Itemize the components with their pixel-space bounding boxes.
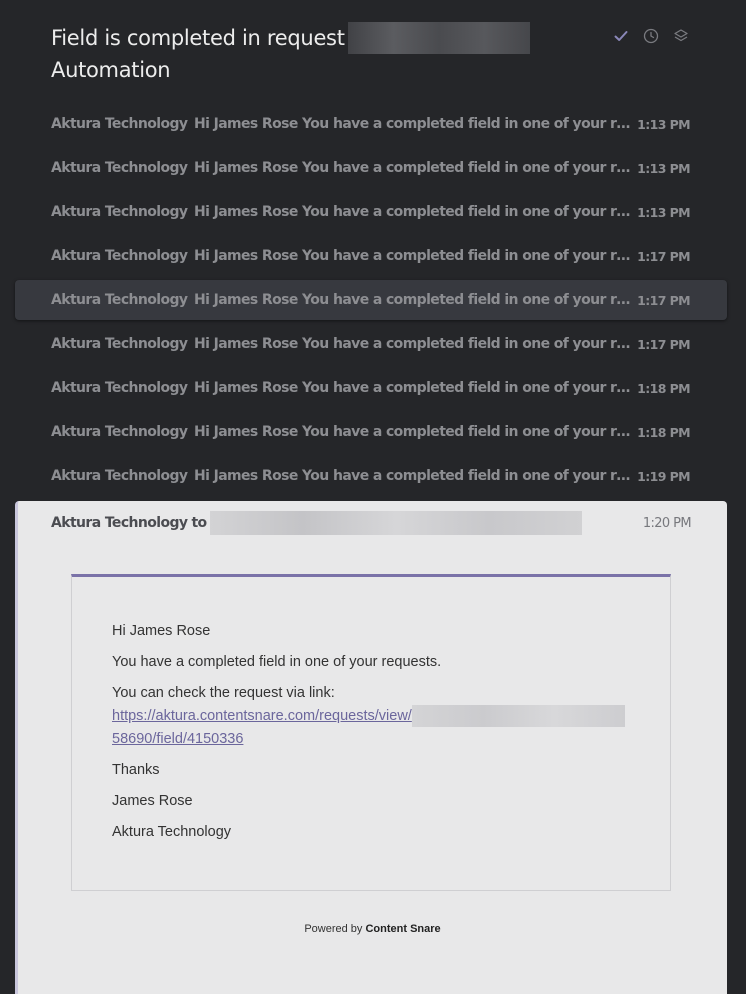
thread-header: Field is completed in request Automation <box>0 0 746 100</box>
email-thanks: Thanks <box>112 762 160 778</box>
message-time: 1:18 PM <box>637 424 690 440</box>
redacted-subject-block <box>347 22 530 54</box>
message-time: 1:13 PM <box>637 204 690 220</box>
message-time: 1:19 PM <box>637 468 690 484</box>
message-row[interactable]: Aktura Technology Hi James Rose You have … <box>15 148 727 188</box>
message-preview: Hi James Rose You have a completed field… <box>194 292 634 308</box>
message-time: 1:17 PM <box>637 248 690 264</box>
message-sender: Aktura Technology <box>51 515 188 531</box>
redacted-link-block <box>411 705 625 728</box>
message-time: 1:17 PM <box>637 336 690 352</box>
message-row[interactable]: Aktura Technology Hi James Rose You have … <box>15 236 727 276</box>
email-link-block: You can check the request via link: http… <box>112 682 652 751</box>
message-preview: Hi James Rose You have a completed field… <box>194 380 634 396</box>
message-preview: Hi James Rose You have a completed field… <box>194 336 634 352</box>
message-preview: Hi James Rose You have a completed field… <box>194 248 634 264</box>
subject-text: Field is completed in request <box>51 26 345 50</box>
message-time: 1:17 PM <box>637 292 690 308</box>
open-message: Aktura Technology to 1:20 PM Hi James Ro… <box>15 501 727 994</box>
message-time: 1:18 PM <box>637 380 690 396</box>
email-card: Hi James Rose You have a completed field… <box>71 574 671 891</box>
message-row[interactable]: Aktura Technology Hi James Rose You have … <box>15 280 727 320</box>
email-signature-company: Aktura Technology <box>112 824 232 840</box>
powered-by-footer: Powered by Content Snare <box>18 923 727 935</box>
powered-by-label: Powered by <box>304 923 363 935</box>
message-row[interactable]: Aktura Technology Hi James Rose You have … <box>15 456 727 496</box>
message-sender: Aktura Technology <box>51 336 188 352</box>
check-icon[interactable] <box>612 27 630 45</box>
message-preview: Hi James Rose You have a completed field… <box>194 204 634 220</box>
message-preview: Hi James Rose You have a completed field… <box>194 468 634 484</box>
message-sender: Aktura Technology <box>51 424 188 440</box>
message-row[interactable]: Aktura Technology Hi James Rose You have … <box>15 104 727 144</box>
message-row[interactable]: Aktura Technology Hi James Rose You have … <box>15 192 727 232</box>
clock-icon[interactable] <box>642 27 660 45</box>
message-preview: Hi James Rose You have a completed field… <box>194 116 634 132</box>
message-sender: Aktura Technology <box>51 116 188 132</box>
message-to-label: to <box>191 515 207 531</box>
message-sender: Aktura Technology <box>51 292 188 308</box>
message-sender: Aktura Technology <box>51 160 188 176</box>
message-sender: Aktura Technology <box>51 248 188 264</box>
email-line: You can check the request via link: <box>112 685 335 701</box>
message-time: 1:13 PM <box>637 160 690 176</box>
message-row[interactable]: Aktura Technology Hi James Rose You have … <box>15 368 727 408</box>
message-preview: Hi James Rose You have a completed field… <box>194 160 634 176</box>
message-preview: Hi James Rose You have a completed field… <box>194 424 634 440</box>
thread-subject: Field is completed in request Automation <box>51 22 611 86</box>
redacted-recipient-block <box>209 511 582 535</box>
email-greeting: Hi James Rose <box>112 623 211 639</box>
email-line: You have a completed field in one of you… <box>112 654 442 670</box>
message-time: 1:13 PM <box>637 116 690 132</box>
layers-icon[interactable] <box>672 27 690 45</box>
powered-by-brand[interactable]: Content Snare <box>365 923 440 935</box>
thread-actions <box>612 27 690 45</box>
request-link-continued[interactable]: 58690/field/4150336 <box>112 731 243 747</box>
subject-text-line2: Automation <box>51 58 171 82</box>
message-sender: Aktura Technology <box>51 468 188 484</box>
message-sender: Aktura Technology <box>51 204 188 220</box>
message-row[interactable]: Aktura Technology Hi James Rose You have … <box>15 324 727 364</box>
request-link[interactable]: https://aktura.contentsnare.com/requests… <box>112 708 412 724</box>
message-row[interactable]: Aktura Technology Hi James Rose You have … <box>15 412 727 452</box>
message-sender: Aktura Technology <box>51 380 188 396</box>
email-signature-name: James Rose <box>112 793 193 809</box>
email-body: Hi James Rose You have a completed field… <box>112 620 652 852</box>
open-message-header[interactable]: Aktura Technology to 1:20 PM <box>51 510 692 536</box>
message-time: 1:20 PM <box>642 515 692 531</box>
